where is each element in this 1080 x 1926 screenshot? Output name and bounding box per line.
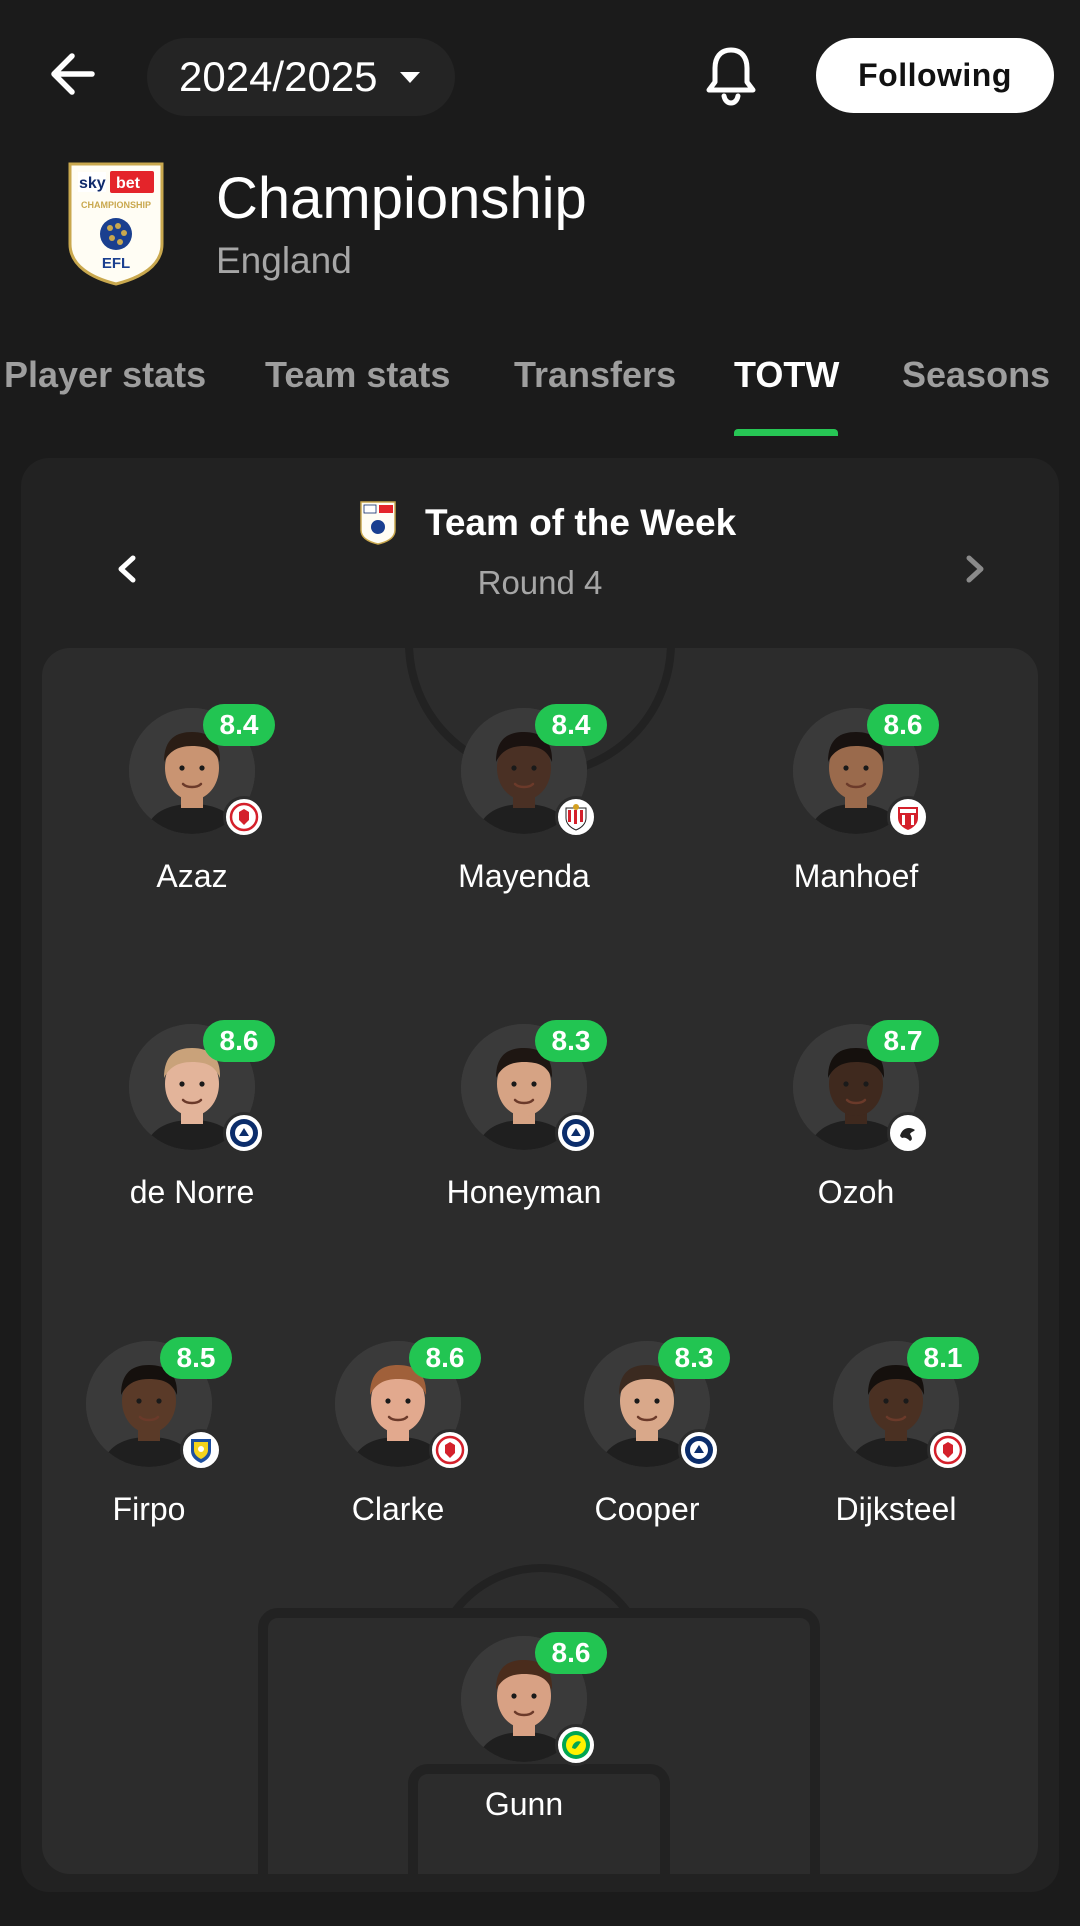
player-card[interactable]: 8.3 Honeyman xyxy=(421,1020,621,1224)
tab-bar: Player stats Team stats Transfers TOTW S… xyxy=(0,340,1080,436)
player-card[interactable]: 8.6 Gunn xyxy=(421,1632,621,1836)
stoke-crest-icon xyxy=(887,796,929,838)
player-name: Dijksteel xyxy=(835,1491,957,1527)
player-card[interactable]: 8.1 Dijksteel xyxy=(793,1337,993,1541)
player-name: Ozoh xyxy=(817,1174,895,1210)
season-value: 2024/2025 xyxy=(179,53,378,100)
middlesbrough-crest-icon xyxy=(429,1429,471,1471)
player-name: Azaz xyxy=(156,858,228,894)
player-card[interactable]: 8.5 Firpo xyxy=(46,1337,246,1541)
season-dropdown[interactable]: 2024/2025 xyxy=(147,38,455,116)
player-rating-badge: 8.3 xyxy=(535,1020,607,1062)
league-logo-bet-text: bet xyxy=(116,175,141,192)
tab-team-stats[interactable]: Team stats xyxy=(265,354,450,396)
player-rating-badge: 8.6 xyxy=(867,704,939,746)
derby-crest-icon xyxy=(887,1112,929,1154)
following-button[interactable]: Following xyxy=(816,38,1054,113)
tab-totw[interactable]: TOTW xyxy=(734,354,839,396)
sunderland-crest-icon xyxy=(555,796,597,838)
tab-transfers[interactable]: Transfers xyxy=(514,354,676,396)
player-rating-badge: 8.4 xyxy=(203,704,275,746)
player-rating-badge: 8.5 xyxy=(160,1337,232,1379)
next-round-chevron-icon[interactable] xyxy=(941,534,1011,604)
player-rating-badge: 8.7 xyxy=(867,1020,939,1062)
league-small-logo xyxy=(359,500,397,546)
league-name: Championship xyxy=(216,166,587,231)
active-tab-indicator xyxy=(734,429,838,436)
middlesbrough-crest-icon xyxy=(223,796,265,838)
player-card[interactable]: 8.4 Mayenda xyxy=(421,704,621,908)
league-logo-sky-text: sky xyxy=(79,175,106,192)
pitch: 8.4 Azaz 8.4 Mayenda 8.6 Manhoef 8.6 de Norre 8.… xyxy=(42,648,1038,1874)
tab-seasons[interactable]: Seasons xyxy=(902,354,1050,396)
caret-down-icon xyxy=(399,71,420,83)
league-country: England xyxy=(216,240,352,281)
player-card[interactable]: 8.4 Azaz xyxy=(89,704,289,908)
league-logo-efl-text: EFL xyxy=(102,255,130,272)
league-logo: sky bet CHAMPIONSHIP EFL xyxy=(66,160,166,286)
player-rating-badge: 8.6 xyxy=(203,1020,275,1062)
millwall-crest-icon xyxy=(223,1112,265,1154)
notification-bell-icon[interactable] xyxy=(703,44,759,108)
totw-round: Round 4 xyxy=(477,564,603,601)
player-card[interactable]: 8.7 Ozoh xyxy=(753,1020,953,1224)
player-rating-badge: 8.1 xyxy=(907,1337,979,1379)
back-arrow-icon[interactable] xyxy=(44,44,104,104)
player-name: Honeyman xyxy=(446,1174,602,1210)
player-rating-badge: 8.6 xyxy=(535,1632,607,1674)
player-name: de Norre xyxy=(129,1174,255,1210)
totw-header: Team of the Week xyxy=(359,500,736,546)
middlesbrough-crest-icon xyxy=(927,1429,969,1471)
player-rating-badge: 8.6 xyxy=(409,1337,481,1379)
norwich-crest-icon xyxy=(555,1724,597,1766)
player-rating-badge: 8.4 xyxy=(535,704,607,746)
player-rating-badge: 8.3 xyxy=(658,1337,730,1379)
player-name: Gunn xyxy=(484,1786,564,1822)
player-name: Mayenda xyxy=(458,858,590,894)
player-name: Clarke xyxy=(351,1491,445,1527)
player-card[interactable]: 8.6 Clarke xyxy=(295,1337,495,1541)
player-card[interactable]: 8.6 de Norre xyxy=(89,1020,289,1224)
league-logo-championship-text: CHAMPIONSHIP xyxy=(81,200,151,210)
tab-player-stats[interactable]: Player stats xyxy=(4,354,206,396)
player-card[interactable]: 8.3 Cooper xyxy=(544,1337,744,1541)
totw-title: Team of the Week xyxy=(425,502,737,543)
millwall-crest-icon xyxy=(555,1112,597,1154)
totw-card: Team of the Week Round 4 8.4 Azaz 8.4 Mayen… xyxy=(21,458,1059,1892)
player-name: Manhoef xyxy=(793,858,919,894)
player-name: Cooper xyxy=(594,1491,700,1527)
player-card[interactable]: 8.6 Manhoef xyxy=(753,704,953,908)
millwall-crest-icon xyxy=(678,1429,720,1471)
player-name: Firpo xyxy=(112,1491,186,1527)
leeds-crest-icon xyxy=(180,1429,222,1471)
top-bar: 2024/2025 Following xyxy=(0,0,1080,150)
